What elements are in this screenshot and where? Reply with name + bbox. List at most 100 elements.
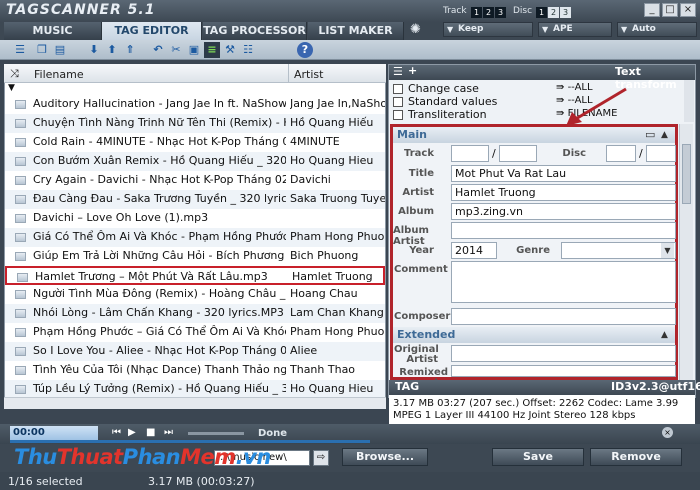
equalizer-icon[interactable]: ≡ (204, 42, 220, 58)
tab-music-renamer[interactable]: MUSIC RENAMER (4, 22, 102, 55)
app-logo: TAGSCANNER 5.1 (6, 2, 156, 18)
genre-select[interactable]: ▼ (561, 242, 676, 259)
add-icon[interactable]: + (408, 64, 417, 77)
list-icon[interactable]: ☷ (240, 42, 256, 58)
disc-label: Disc (513, 6, 533, 16)
change-case-label: Change case (408, 82, 479, 95)
collapse-icon[interactable]: ▼ (8, 83, 15, 93)
list-view-icon[interactable]: ☰ (12, 42, 28, 58)
shuffle-icon[interactable]: ⤨ (10, 67, 19, 81)
change-case-checkbox[interactable] (393, 84, 403, 94)
tag-version: ID3v2.3@utf16 (611, 380, 700, 393)
transliteration-checkbox[interactable] (393, 110, 403, 120)
browse-button[interactable]: Browse... (342, 448, 428, 466)
track-label: Track (443, 6, 467, 16)
track-total-input[interactable] (499, 145, 537, 162)
go-arrow-icon[interactable]: ⇨ (313, 450, 329, 466)
file-row[interactable]: Davichi – Love Oh Love (1).mp3 (5, 209, 385, 228)
copy-icon[interactable]: ❐ (34, 42, 50, 58)
disc-opt-3[interactable]: 3 (560, 7, 571, 18)
progress-bar[interactable] (10, 440, 370, 443)
file-row[interactable]: Cold Rain - 4MINUTE - Nhạc Hot K-Pop Thá… (5, 133, 385, 152)
col-filename[interactable]: Filename (34, 68, 84, 81)
minimize-button[interactable]: _ (644, 3, 660, 17)
keep-dropdown[interactable]: ▼ Keep (443, 22, 533, 37)
horizontal-scrollbar[interactable] (4, 397, 386, 409)
cut-icon[interactable]: ✂ (168, 42, 184, 58)
paste-icon[interactable]: ▤ (52, 42, 68, 58)
maximize-button[interactable]: □ (662, 3, 678, 17)
artist-input[interactable]: Hamlet Truong (451, 184, 676, 201)
disc-opt-1[interactable]: 1 (536, 7, 547, 18)
image-icon[interactable]: ▣ (186, 42, 202, 58)
ape-dropdown[interactable]: ▼ APE (538, 22, 612, 37)
move-down-icon[interactable]: ⬇ (86, 42, 102, 58)
disc-input[interactable] (606, 145, 636, 162)
play-icon[interactable]: ▶ (128, 427, 136, 438)
file-artist: Lam Chan Khang (290, 306, 384, 319)
tools-icon[interactable]: ⚒ (222, 42, 238, 58)
file-artist: Aliee (290, 344, 318, 357)
transform-scrollbar[interactable] (684, 80, 694, 122)
move-up-icon[interactable]: ⬆ (104, 42, 120, 58)
track-opt-1[interactable]: 1 (471, 7, 482, 18)
tag-label: TAG (395, 380, 420, 393)
main-section-header[interactable]: Main ▭ ▲ (393, 127, 675, 143)
disc-opt-2[interactable]: 2 (548, 7, 559, 18)
close-button[interactable]: × (680, 3, 696, 17)
track-input[interactable] (451, 145, 489, 162)
chevron-down-icon: ▼ (542, 25, 549, 34)
disc-total-input[interactable] (646, 145, 676, 162)
undo-icon[interactable]: ↶ (150, 42, 166, 58)
col-artist[interactable]: Artist (294, 68, 323, 81)
scroll-thumb[interactable] (682, 144, 691, 204)
track-opt-2[interactable]: 2 (483, 7, 494, 18)
title-input[interactable]: Mot Phut Va Rat Lau (451, 165, 676, 182)
remixed-by-input[interactable] (451, 365, 676, 377)
file-artist: Davichi (290, 173, 331, 186)
file-row[interactable]: Giá Có Thể Ôm Ai Và Khóc - Phạm Hồng Phư… (5, 228, 385, 247)
album-artist-input[interactable] (451, 222, 676, 239)
composer-input[interactable] (451, 308, 676, 325)
file-row[interactable]: Giúp Em Trả Lời Những Câu Hỏi - Bích Phư… (5, 247, 385, 266)
collapse-icon[interactable]: ▲ (661, 127, 668, 143)
extended-section-header[interactable]: Extended ▲ (393, 327, 675, 343)
tab-list-maker[interactable]: LIST MAKER (308, 22, 404, 40)
file-row[interactable]: Đau Càng Đau - Saka Trương Tuyền _ 320 l… (5, 190, 385, 209)
stop-icon[interactable]: ■ (146, 427, 155, 438)
year-input[interactable]: 2014 (451, 242, 497, 259)
standard-values-checkbox[interactable] (393, 97, 403, 107)
tag-panel-scrollbar[interactable] (679, 124, 693, 380)
list-icon[interactable]: ☰ (393, 65, 403, 78)
move-top-icon[interactable]: ⇑ (122, 42, 138, 58)
file-row[interactable]: Chuyện Tình Nàng Trinh Nữ Tên Thi (Remix… (5, 114, 385, 133)
collapse-icon[interactable]: ▲ (661, 327, 668, 343)
previous-icon[interactable]: ⏮ (112, 427, 121, 438)
track-opt-3[interactable]: 3 (495, 7, 506, 18)
save-button[interactable]: Save (492, 448, 584, 466)
album-input[interactable]: mp3.zing.vn (451, 203, 676, 220)
clear-icon[interactable]: × (662, 427, 673, 438)
help-icon[interactable]: ? (297, 42, 313, 58)
album-artist-label: Album Artist (393, 225, 429, 247)
album-label: Album (398, 206, 434, 217)
file-row[interactable]: Phạm Hồng Phước – Giá Có Thể Ôm Ai Và Kh… (5, 323, 385, 342)
file-row[interactable]: Người Tình Mùa Đông (Remix) - Hoàng Châu… (5, 285, 385, 304)
gear-icon[interactable]: ✺ (410, 22, 421, 37)
tab-tag-processor[interactable]: TAG PROCESSOR (203, 22, 307, 40)
comment-input[interactable] (451, 261, 676, 303)
remove-button[interactable]: Remove (590, 448, 682, 466)
auto-dropdown[interactable]: ▼ Auto (617, 22, 697, 37)
volume-slider[interactable] (188, 432, 244, 435)
next-icon[interactable]: ⏭ (164, 427, 173, 438)
window-icon[interactable]: ▭ (645, 127, 655, 143)
file-row[interactable]: Hamlet Trương – Một Phút Và Rất Lâu.mp3 H… (5, 266, 385, 285)
original-artist-input[interactable] (451, 345, 676, 362)
file-row[interactable]: Auditory Hallucination - Jang Jae In ft.… (5, 95, 385, 114)
file-row[interactable]: Nhói Lòng - Lâm Chấn Khang - 320 lyrics.… (5, 304, 385, 323)
file-row[interactable]: So I Love You - Aliee - Nhạc Hot K-Pop T… (5, 342, 385, 361)
file-row[interactable]: Tình Yêu Của Tôi (Nhạc Dance) Thanh Thảo… (5, 361, 385, 380)
tab-tag-editor[interactable]: TAG EDITOR (102, 22, 202, 40)
file-row[interactable]: Cry Again - Davichi - Nhạc Hot K-Pop Thá… (5, 171, 385, 190)
file-row[interactable]: Con Bướm Xuân Remix - Hồ Quang Hiếu _ 32… (5, 152, 385, 171)
